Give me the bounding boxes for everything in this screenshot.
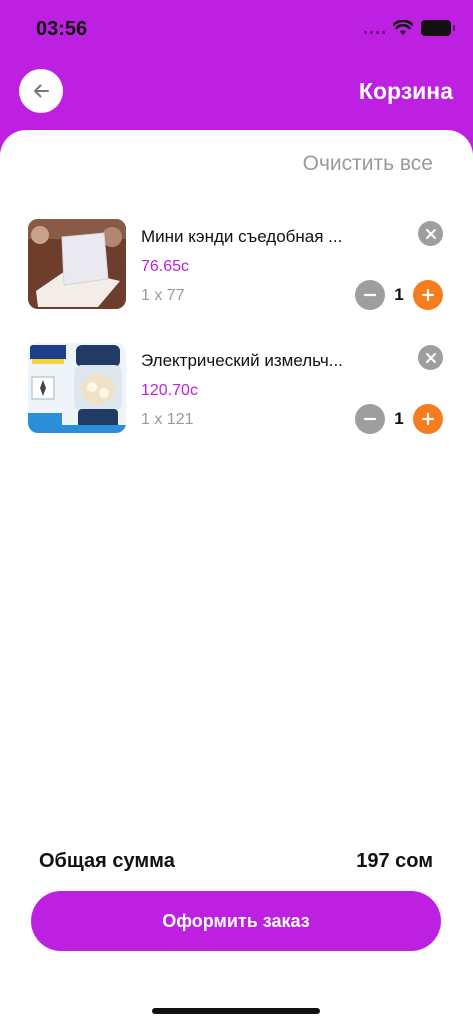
clear-all-button[interactable]: Очистить все (303, 152, 433, 176)
product-image[interactable] (28, 343, 126, 433)
total-value: 197 сом (356, 850, 433, 872)
back-button[interactable] (19, 69, 63, 113)
quantity-value: 1 (394, 285, 404, 304)
product-price: 120.70с (141, 382, 198, 399)
remove-item-button[interactable] (418, 221, 443, 246)
product-title[interactable]: Мини кэнди съедобная ... (141, 227, 342, 247)
minus-icon (363, 417, 377, 421)
product-quantity-summary: 1 x 121 (141, 411, 194, 428)
cart-item: Мини кэнди съедобная ... 76.65с 1 x 77 1 (0, 219, 473, 319)
status-bar: 03:56 (0, 0, 473, 60)
product-image[interactable] (28, 219, 126, 309)
cellular-signal-icon (364, 22, 385, 34)
battery-icon (421, 20, 455, 36)
checkout-button[interactable]: Оформить заказ (31, 891, 441, 951)
header: Корзина (0, 60, 473, 132)
quantity-stepper: 1 (355, 280, 443, 310)
status-time: 03:56 (36, 18, 88, 40)
home-indicator (152, 1008, 320, 1014)
decrement-button[interactable] (355, 280, 385, 310)
cart-sheet: Очистить все Мини кэнди съедобная ... 76… (0, 130, 473, 1024)
wifi-icon (393, 20, 413, 35)
product-price: 76.65с (141, 258, 190, 275)
increment-button[interactable] (413, 404, 443, 434)
status-icons (364, 20, 455, 36)
cart-item: Электрический измельч... 120.70с 1 x 121… (0, 343, 473, 443)
increment-button[interactable] (413, 280, 443, 310)
close-icon (425, 228, 436, 239)
quantity-stepper: 1 (355, 404, 443, 434)
remove-item-button[interactable] (418, 345, 443, 370)
close-icon (425, 352, 436, 363)
product-title[interactable]: Электрический измельч... (141, 351, 343, 371)
plus-icon (421, 288, 435, 302)
arrow-left-icon (34, 84, 49, 98)
minus-icon (363, 293, 377, 297)
decrement-button[interactable] (355, 404, 385, 434)
total-label: Общая сумма (39, 850, 175, 872)
quantity-value: 1 (394, 409, 404, 428)
product-quantity-summary: 1 x 77 (141, 287, 185, 304)
plus-icon (421, 412, 435, 426)
page-title: Корзина (358, 78, 453, 104)
